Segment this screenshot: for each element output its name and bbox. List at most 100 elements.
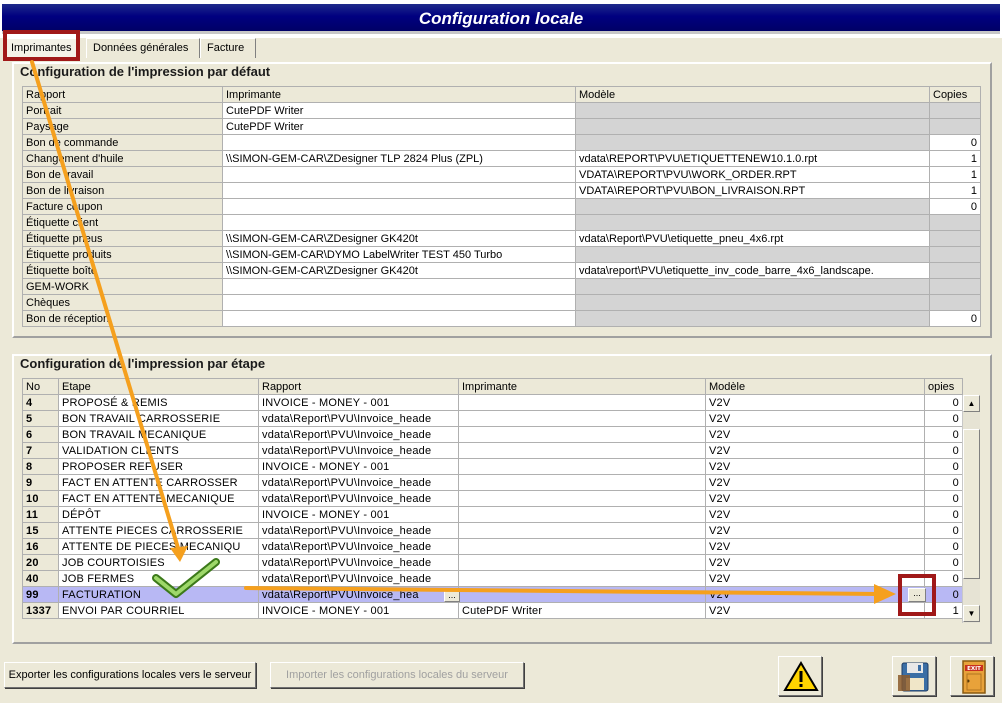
modele-cell[interactable]: V2V: [705, 538, 925, 555]
no-cell[interactable]: 5: [22, 410, 59, 427]
imprimante-cell[interactable]: [458, 570, 706, 587]
copies-cell[interactable]: 0: [924, 426, 963, 443]
etape-cell[interactable]: FACT EN ATTENTE CARROSSER: [58, 474, 259, 491]
etape-cell[interactable]: ATTENTE DE PIECES MECANIQU: [58, 538, 259, 555]
modele-cell[interactable]: vdata\Report\PVU\etiquette_pneu_4x6.rpt: [575, 230, 930, 247]
copies-cell[interactable]: 1: [929, 182, 981, 199]
etape-cell[interactable]: VALIDATION CLIENTS: [58, 442, 259, 459]
modele-cell[interactable]: V2V: [705, 554, 925, 571]
etape-cell[interactable]: JOB COURTOISIES: [58, 554, 259, 571]
rapport-cell[interactable]: vdata\Report\PVU\Invoice_heade: [258, 410, 459, 427]
tab-imprimantes[interactable]: Imprimantes: [4, 38, 80, 58]
modele-cell[interactable]: V2V: [705, 586, 925, 603]
rapport-cell[interactable]: Bon de livraison: [22, 182, 223, 199]
imprimante-cell[interactable]: [458, 554, 706, 571]
rapport-cell[interactable]: Facture coupon: [22, 198, 223, 215]
rapport-cell[interactable]: INVOICE - MONEY - 001: [258, 506, 459, 523]
imprimante-cell[interactable]: [458, 474, 706, 491]
copies-cell[interactable]: [929, 230, 981, 247]
copies-cell[interactable]: 0: [924, 490, 963, 507]
table-row[interactable]: Bon de réception 0: [22, 310, 981, 327]
imprimante-cell[interactable]: [222, 214, 576, 231]
no-cell[interactable]: 4: [22, 394, 59, 411]
imprimante-cell[interactable]: [458, 394, 706, 411]
rapport-cell[interactable]: Portrait: [22, 102, 223, 119]
column-header-modele[interactable]: Modèle: [705, 378, 925, 395]
copies-cell[interactable]: 0: [924, 394, 963, 411]
etape-cell[interactable]: DÉPÔT: [58, 506, 259, 523]
etape-cell[interactable]: FACTURATION: [58, 586, 259, 603]
tab-donnees-generales[interactable]: Données générales: [86, 38, 200, 58]
imprimante-cell[interactable]: [458, 410, 706, 427]
rapport-cell[interactable]: Bon de réception: [22, 310, 223, 327]
table-row[interactable]: Étiquette boîte \\SIMON-GEM-CAR\ZDesigner…: [22, 262, 981, 279]
imprimante-cell[interactable]: [222, 198, 576, 215]
import-config-button[interactable]: Importer les configurations locales du s…: [270, 662, 524, 688]
copies-cell[interactable]: 1: [929, 150, 981, 167]
rapport-cell[interactable]: Changement d'huile: [22, 150, 223, 167]
modele-cell[interactable]: [575, 214, 930, 231]
copies-cell[interactable]: 1: [929, 166, 981, 183]
copies-cell[interactable]: [929, 262, 981, 279]
copies-cell[interactable]: 0: [924, 474, 963, 491]
table-row[interactable]: Étiquette pneus \\SIMON-GEM-CAR\ZDesigner…: [22, 230, 981, 247]
copies-cell[interactable]: [929, 214, 981, 231]
no-cell[interactable]: 99: [22, 586, 59, 603]
modele-cell[interactable]: V2V: [705, 602, 925, 619]
modele-cell[interactable]: [575, 278, 930, 295]
copies-cell[interactable]: 0: [924, 458, 963, 475]
etape-cell[interactable]: FACT EN ATTENTE MECANIQUE: [58, 490, 259, 507]
copies-cell[interactable]: [929, 102, 981, 119]
rapport-cell[interactable]: vdata\Report\PVU\Invoice_heade: [258, 442, 459, 459]
copies-cell[interactable]: 0: [929, 198, 981, 215]
save-button[interactable]: [892, 656, 936, 696]
rapport-cell[interactable]: Paysage: [22, 118, 223, 135]
copies-cell[interactable]: 0: [924, 410, 963, 427]
modele-cell[interactable]: V2V: [705, 410, 925, 427]
column-header-copies[interactable]: opies: [924, 378, 963, 395]
imprimante-cell[interactable]: \\SIMON-GEM-CAR\DYMO LabelWriter TEST 45…: [222, 246, 576, 263]
modele-cell[interactable]: V2V: [705, 570, 925, 587]
no-cell[interactable]: 7: [22, 442, 59, 459]
table-row[interactable]: 9 FACT EN ATTENTE CARROSSER vdata\Report\P…: [22, 474, 963, 491]
imprimante-cell[interactable]: [458, 458, 706, 475]
table-row[interactable]: 6 BON TRAVAIL MECANIQUE vdata\Report\PVU\I…: [22, 426, 963, 443]
table-row[interactable]: 16 ATTENTE DE PIECES MECANIQU vdata\Report…: [22, 538, 963, 555]
etape-cell[interactable]: JOB FERMES: [58, 570, 259, 587]
table-row[interactable]: Bon de livraison VDATA\REPORT\PVU\BON_LIV…: [22, 182, 981, 199]
column-header-rapport[interactable]: Rapport: [258, 378, 459, 395]
rapport-cell[interactable]: vdata\Report\PVU\Invoice_heade: [258, 490, 459, 507]
table-row[interactable]: Facture coupon 0: [22, 198, 981, 215]
modele-cell[interactable]: [575, 310, 930, 327]
imprimante-cell[interactable]: [222, 294, 576, 311]
no-cell[interactable]: 40: [22, 570, 59, 587]
rapport-cell[interactable]: Étiquette boîte: [22, 262, 223, 279]
modele-cell[interactable]: vdata\report\PVU\etiquette_inv_code_barr…: [575, 262, 930, 279]
modele-cell[interactable]: V2V: [705, 426, 925, 443]
imprimante-cell[interactable]: [222, 134, 576, 151]
rapport-cell[interactable]: Bon de commande: [22, 134, 223, 151]
imprimante-cell[interactable]: [458, 538, 706, 555]
no-cell[interactable]: 8: [22, 458, 59, 475]
copies-cell[interactable]: 0: [924, 442, 963, 459]
modele-cell[interactable]: V2V: [705, 458, 925, 475]
etape-cell[interactable]: ATTENTE PIECES CARROSSERIE: [58, 522, 259, 539]
etape-cell[interactable]: PROPOSÉ & REMIS: [58, 394, 259, 411]
etape-cell[interactable]: PROPOSER REFUSER: [58, 458, 259, 475]
scroll-thumb[interactable]: [963, 429, 980, 579]
table-row[interactable]: 20 JOB COURTOISIES vdata\Report\PVU\Invoic…: [22, 554, 963, 571]
no-cell[interactable]: 1337: [22, 602, 59, 619]
copies-cell[interactable]: 0: [924, 506, 963, 523]
table-row[interactable]: Paysage CutePDF Writer: [22, 118, 981, 135]
no-cell[interactable]: 15: [22, 522, 59, 539]
copies-cell[interactable]: 0: [924, 554, 963, 571]
no-cell[interactable]: 6: [22, 426, 59, 443]
no-cell[interactable]: 16: [22, 538, 59, 555]
rapport-cell[interactable]: vdata\Report\PVU\Invoice_hea: [258, 586, 459, 603]
etape-cell[interactable]: BON TRAVAIL MECANIQUE: [58, 426, 259, 443]
rapport-cell[interactable]: Bon de travail: [22, 166, 223, 183]
table-row[interactable]: Étiquette client: [22, 214, 981, 231]
imprimante-cell[interactable]: [458, 426, 706, 443]
column-header-copies[interactable]: Copies: [929, 86, 981, 103]
imprimante-cell[interactable]: [222, 166, 576, 183]
